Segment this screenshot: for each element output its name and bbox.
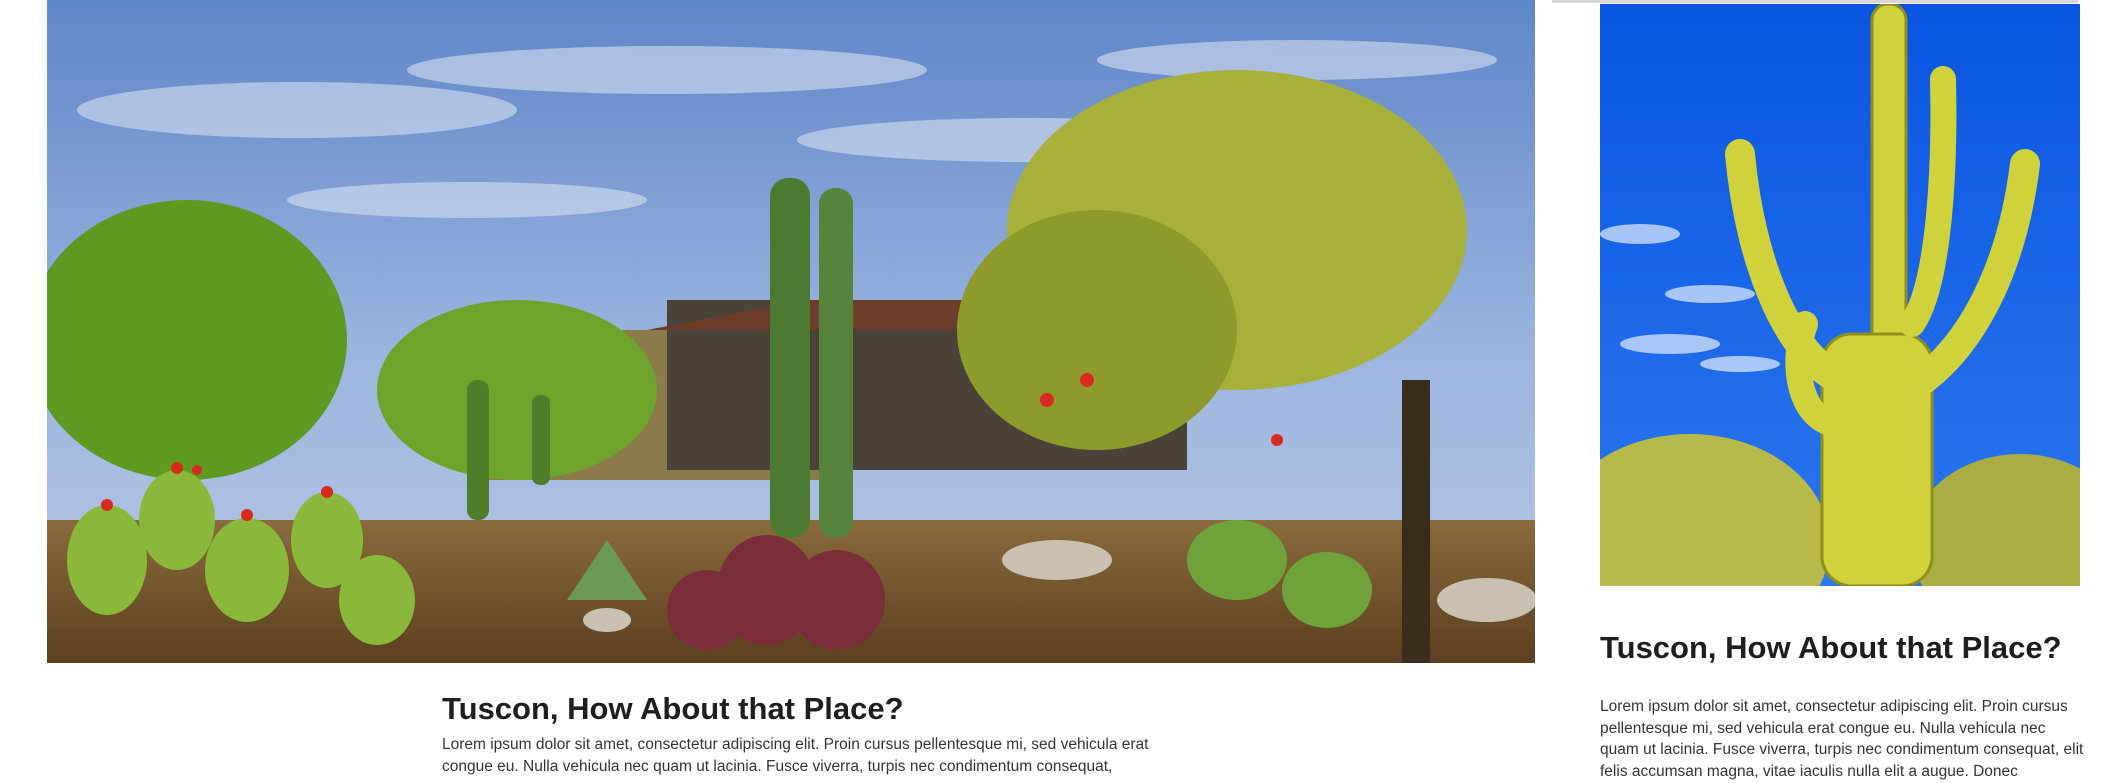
saguaro-photo xyxy=(1600,4,2080,586)
divider xyxy=(1552,0,2078,3)
article-excerpt: Lorem ipsum dolor sit amet, consectetur … xyxy=(442,736,1149,775)
article-excerpt: Lorem ipsum dolor sit amet, consectetur … xyxy=(1600,698,2084,780)
saguaro-image xyxy=(1600,4,2080,586)
hero-image xyxy=(47,0,1535,663)
article-title[interactable]: Tuscon, How About that Place? xyxy=(442,690,1162,728)
article-title[interactable]: Tuscon, How About that Place? xyxy=(1600,626,2086,670)
article-card-wide: Tuscon, How About that Place? Lorem ipsu… xyxy=(442,690,1162,778)
desert-garden-photo xyxy=(47,0,1535,663)
article-card-narrow: Tuscon, How About that Place? Lorem ipsu… xyxy=(1600,626,2086,782)
